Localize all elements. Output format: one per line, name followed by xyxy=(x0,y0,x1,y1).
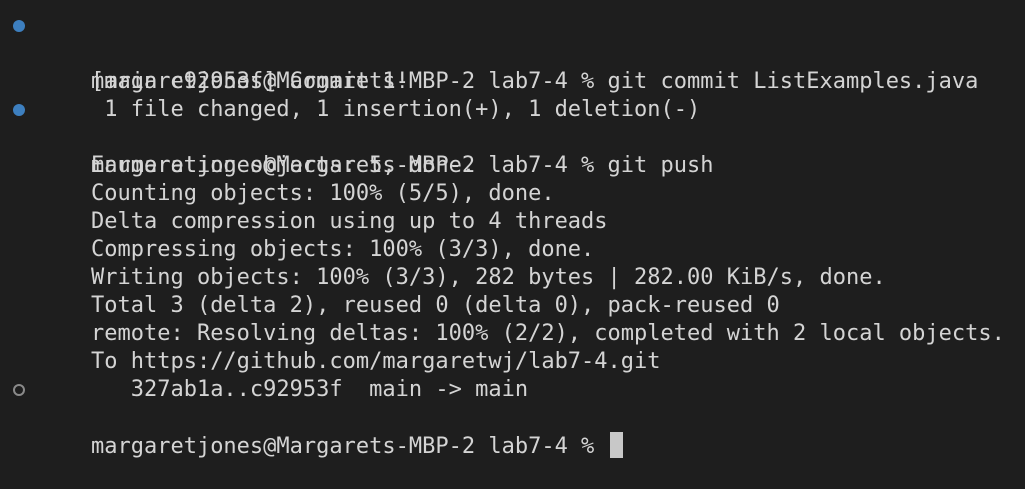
terminal-line: Enumerating objects: 5, done. xyxy=(0,124,1025,178)
command-success-decoration-icon[interactable] xyxy=(13,104,25,116)
terminal-line: margaretjones@Margarets-MBP-2 lab7-4 % g… xyxy=(0,96,1025,178)
command-pending-decoration-icon[interactable] xyxy=(13,384,25,396)
terminal-line: Delta compression using up to 4 threads xyxy=(0,180,1025,234)
command-success-decoration-icon[interactable] xyxy=(13,20,25,32)
terminal-line: Counting objects: 100% (5/5), done. xyxy=(0,152,1025,206)
terminal-line: margaretjones@Margarets-MBP-2 lab7-4 % xyxy=(0,376,1025,459)
terminal-line: Compressing objects: 100% (3/3), done. xyxy=(0,208,1025,262)
terminal-line: remote: Resolving deltas: 100% (2/2), co… xyxy=(0,292,1025,346)
terminal-line: margaretjones@Margarets-MBP-2 lab7-4 % g… xyxy=(0,12,1025,94)
terminal-line: 327ab1a..c92953f main -> main xyxy=(0,348,1025,402)
terminal-window: { "terminal": { "lines": [ {"decoration"… xyxy=(0,0,1025,459)
terminal-line: 1 file changed, 1 insertion(+), 1 deleti… xyxy=(0,68,1025,122)
terminal-output[interactable]: margaretjones@Margarets-MBP-2 lab7-4 % g… xyxy=(0,12,1025,459)
terminal-cursor[interactable] xyxy=(609,432,623,458)
terminal-line: Total 3 (delta 2), reused 0 (delta 0), p… xyxy=(0,264,1025,318)
terminal-line: [main c92953f] Commit 1! xyxy=(0,40,1025,94)
terminal-line: To https://github.com/margaretwj/lab7-4.… xyxy=(0,320,1025,374)
terminal-line: Writing objects: 100% (3/3), 282 bytes |… xyxy=(0,236,1025,290)
command-prompt-text: margaretjones@Margarets-MBP-2 lab7-4 % xyxy=(90,434,608,459)
